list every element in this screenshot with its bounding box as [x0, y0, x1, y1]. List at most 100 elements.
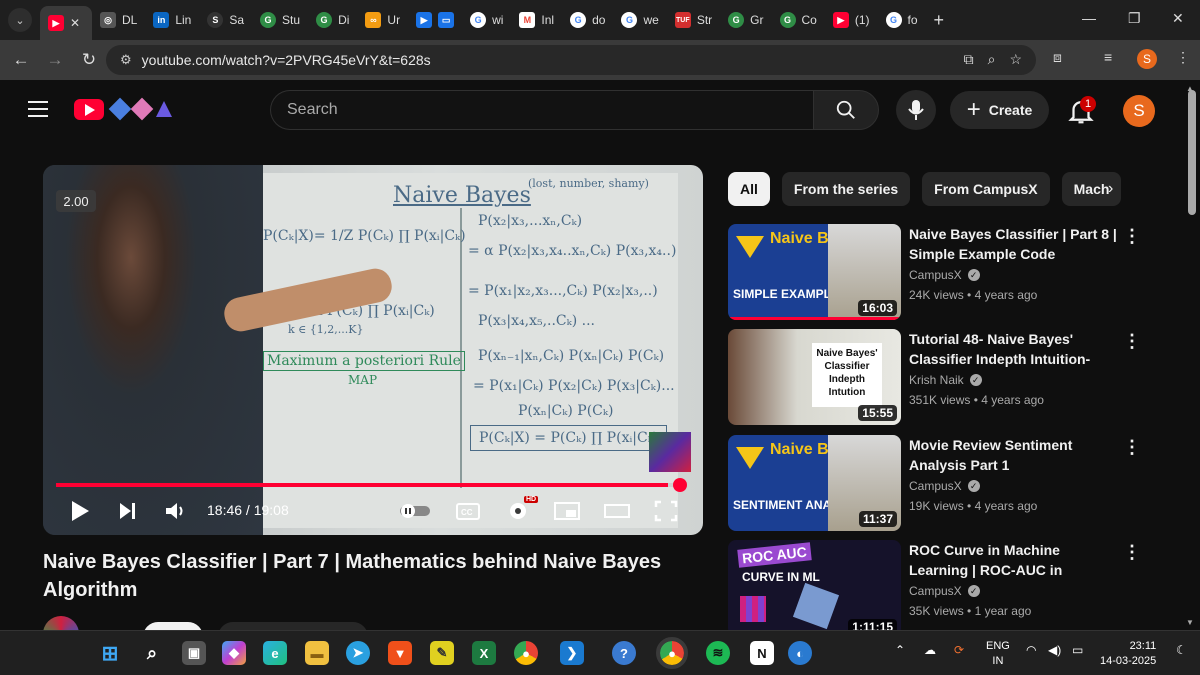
browser-profile-avatar[interactable]: S: [1137, 49, 1157, 69]
tab-gr[interactable]: G Gr: [720, 4, 771, 36]
search-icon[interactable]: ⌕: [140, 641, 164, 665]
search-input[interactable]: Search: [270, 90, 813, 130]
help-icon[interactable]: ?: [612, 641, 636, 665]
tab-search-icon[interactable]: ⌄: [8, 8, 32, 32]
rec-channel[interactable]: CampusX ✓: [909, 479, 980, 493]
app-icon[interactable]: ◐: [788, 641, 812, 665]
channel-avatar[interactable]: [43, 616, 79, 630]
chip-from-campusx[interactable]: From CampusX: [922, 172, 1050, 206]
chevron-right-icon[interactable]: ›: [1108, 180, 1113, 198]
reading-list-icon[interactable]: ≡: [1104, 49, 1112, 65]
page-scrollbar[interactable]: [1188, 90, 1196, 215]
theater-mode-icon[interactable]: [604, 499, 630, 523]
tab-linkedin[interactable]: in Lin: [145, 4, 199, 36]
brave-icon[interactable]: ▼: [388, 641, 412, 665]
video-player[interactable]: Naive Bayes (lost, number, shamy) P(Cₖ|X…: [43, 165, 703, 535]
tab-wi[interactable]: Gwi: [462, 4, 511, 36]
chip-from-series[interactable]: From the series: [781, 172, 911, 206]
site-info-icon[interactable]: ⚙: [120, 52, 132, 68]
language-indicator[interactable]: ENG IN: [986, 639, 1010, 669]
youtube-logo[interactable]: [74, 99, 104, 120]
tab-ur[interactable]: ∞ Ur: [357, 4, 408, 36]
spotify-icon[interactable]: ≋: [706, 641, 730, 665]
rec-title[interactable]: Naive Bayes Classifier | Part 8 | Simple…: [909, 224, 1119, 264]
chevron-up-icon[interactable]: ⌃: [895, 643, 905, 657]
rec-channel[interactable]: Krish Naik ✓: [909, 373, 982, 387]
restore-icon[interactable]: ❐: [1128, 10, 1141, 27]
rec-title[interactable]: ROC Curve in Machine Learning | ROC-AUC …: [909, 540, 1119, 580]
tab-stu[interactable]: G Stu: [252, 4, 308, 36]
tab-gmail[interactable]: M Inl: [511, 4, 562, 36]
notion-icon[interactable]: N: [750, 641, 774, 665]
subscribe-button[interactable]: [143, 622, 204, 630]
search-button[interactable]: [813, 90, 879, 130]
extensions-icon[interactable]: ⧈: [1053, 49, 1062, 66]
new-tab-button[interactable]: +: [926, 4, 953, 36]
thumbnail[interactable]: Naive Bayes SIMPLE EXAMPLE 16:03: [728, 224, 901, 320]
tab-di[interactable]: G Di: [308, 4, 357, 36]
tab-we[interactable]: Gwe: [613, 4, 666, 36]
recommendation-item[interactable]: Naive Bayes' Classifier Indepth Intution…: [728, 329, 1148, 425]
recommendation-item[interactable]: ROC AUC CURVE IN ML 1:11:15 ROC Curve in…: [728, 540, 1148, 630]
miniplayer-icon[interactable]: [554, 499, 580, 523]
sync-icon[interactable]: ⟳: [954, 643, 964, 657]
notes-app-icon[interactable]: ✎: [430, 641, 454, 665]
wifi-icon[interactable]: ◠: [1026, 643, 1036, 657]
notification-center-icon[interactable]: ☾: [1176, 643, 1187, 657]
windows-start-icon[interactable]: ⊞: [98, 641, 122, 665]
chrome-icon[interactable]: ●: [514, 641, 538, 665]
recommendation-item[interactable]: Naive Bayes SIMPLE EXAMPLE 16:03 Naive B…: [728, 224, 1148, 320]
copilot-icon[interactable]: ◆: [222, 641, 246, 665]
autoplay-toggle-icon[interactable]: [398, 499, 432, 523]
volume-icon[interactable]: [164, 499, 188, 523]
open-in-app-icon[interactable]: ⧉: [964, 51, 974, 68]
tab-play[interactable]: ▶ ▭: [408, 4, 462, 36]
close-window-icon[interactable]: ✕: [1172, 10, 1184, 27]
browser-menu-icon[interactable]: ⋮: [1176, 49, 1190, 66]
account-avatar[interactable]: S: [1123, 95, 1155, 127]
more-options-icon[interactable]: ⋮: [1123, 542, 1141, 563]
tab-youtube-2[interactable]: ▶ (1): [825, 4, 878, 36]
tab-dl[interactable]: ◎ DL: [92, 4, 145, 36]
address-bar[interactable]: ⚙ youtube.com/watch?v=2PVRG45eVrY&t=628s…: [106, 45, 1036, 75]
scrubber-handle[interactable]: [673, 478, 687, 492]
chrome-active-icon[interactable]: ●: [656, 637, 688, 669]
rec-title[interactable]: Tutorial 48- Naive Bayes' Classifier Ind…: [909, 329, 1119, 369]
more-options-icon[interactable]: ⋮: [1123, 437, 1141, 458]
file-explorer-icon[interactable]: ▬: [305, 641, 329, 665]
voice-search-button[interactable]: [896, 90, 936, 130]
telegram-icon[interactable]: ➤: [346, 641, 370, 665]
tab-do[interactable]: Gdo: [562, 4, 613, 36]
excel-icon[interactable]: X: [472, 641, 496, 665]
rec-title[interactable]: Movie Review Sentiment Analysis Part 1: [909, 435, 1119, 475]
forward-icon[interactable]: →: [38, 50, 72, 70]
edge-icon[interactable]: e: [263, 641, 287, 665]
more-options-icon[interactable]: ⋮: [1123, 331, 1141, 352]
tab-fo[interactable]: Gfo: [878, 4, 926, 36]
like-button[interactable]: [217, 622, 368, 630]
next-icon[interactable]: [118, 499, 138, 523]
clock[interactable]: 23:11 14-03-2025: [1100, 639, 1156, 669]
vscode-icon[interactable]: ❯: [560, 641, 584, 665]
speaker-icon[interactable]: ◀): [1048, 643, 1061, 657]
menu-icon[interactable]: [28, 101, 48, 122]
reload-icon[interactable]: ↻: [72, 50, 106, 70]
thumbnail[interactable]: Naive Bayes' Classifier Indepth Intution…: [728, 329, 901, 425]
minimize-icon[interactable]: —: [1082, 10, 1096, 26]
close-tab-icon[interactable]: ✕: [70, 16, 80, 30]
tab-co[interactable]: G Co: [772, 4, 825, 36]
fullscreen-icon[interactable]: [654, 499, 678, 523]
tab-str[interactable]: TUF Str: [667, 4, 720, 36]
rec-channel[interactable]: CampusX ✓: [909, 584, 980, 598]
thumbnail[interactable]: Naive Bayes SENTIMENT ANALYSIS 11:37: [728, 435, 901, 531]
battery-icon[interactable]: ▭: [1072, 643, 1083, 657]
captions-icon[interactable]: CC: [456, 499, 480, 523]
rec-channel[interactable]: CampusX ✓: [909, 268, 980, 282]
back-icon[interactable]: ←: [4, 50, 38, 70]
scroll-down-icon[interactable]: ▼: [1186, 618, 1194, 627]
thumbnail[interactable]: ROC AUC CURVE IN ML 1:11:15: [728, 540, 901, 630]
create-button[interactable]: + Create: [950, 91, 1049, 129]
tab-sa[interactable]: S Sa: [199, 4, 252, 36]
recommendation-item[interactable]: Naive Bayes SENTIMENT ANALYSIS 11:37 Mov…: [728, 435, 1148, 531]
onedrive-icon[interactable]: ☁: [924, 643, 936, 657]
